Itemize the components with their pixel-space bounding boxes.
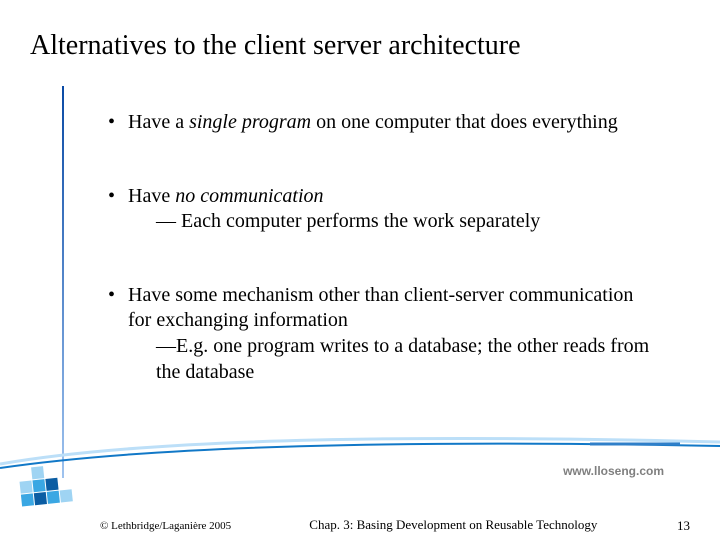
vertical-accent-rule (62, 86, 64, 478)
bullet-text-suffix: Have some mechanism other than client-se… (128, 284, 633, 332)
bullet-subline: — Each computer performs the work separa… (128, 209, 660, 235)
footer-copyright: © Lethbridge/Laganière 2005 (100, 518, 277, 532)
bullet-text-prefix: Have (128, 185, 175, 207)
bullet-text-prefix: Have a (128, 111, 189, 133)
footer-chapter: Chap. 3: Basing Development on Reusable … (277, 518, 630, 533)
slide-title: Alternatives to the client server archit… (30, 30, 690, 62)
bullet-item: Have a single program on one computer th… (100, 110, 660, 136)
bullet-text-emphasis: no communication (175, 185, 323, 207)
bullet-item: Have some mechanism other than client-se… (100, 283, 660, 385)
slide: Alternatives to the client server archit… (0, 0, 720, 540)
website-label: www.lloseng.com (563, 464, 664, 478)
bullet-text-suffix: on one computer that does everything (311, 111, 618, 133)
bullet-subline: —E.g. one program writes to a database; … (128, 334, 660, 385)
slide-body: Have a single program on one computer th… (100, 110, 660, 433)
bullet-text-emphasis: single program (189, 111, 311, 133)
bullet-item: Have no communication — Each computer pe… (100, 184, 660, 235)
slide-footer: © Lethbridge/Laganière 2005 Chap. 3: Bas… (0, 518, 720, 534)
footer-page-number: 13 (630, 518, 690, 534)
corner-squares-icon (18, 463, 73, 506)
